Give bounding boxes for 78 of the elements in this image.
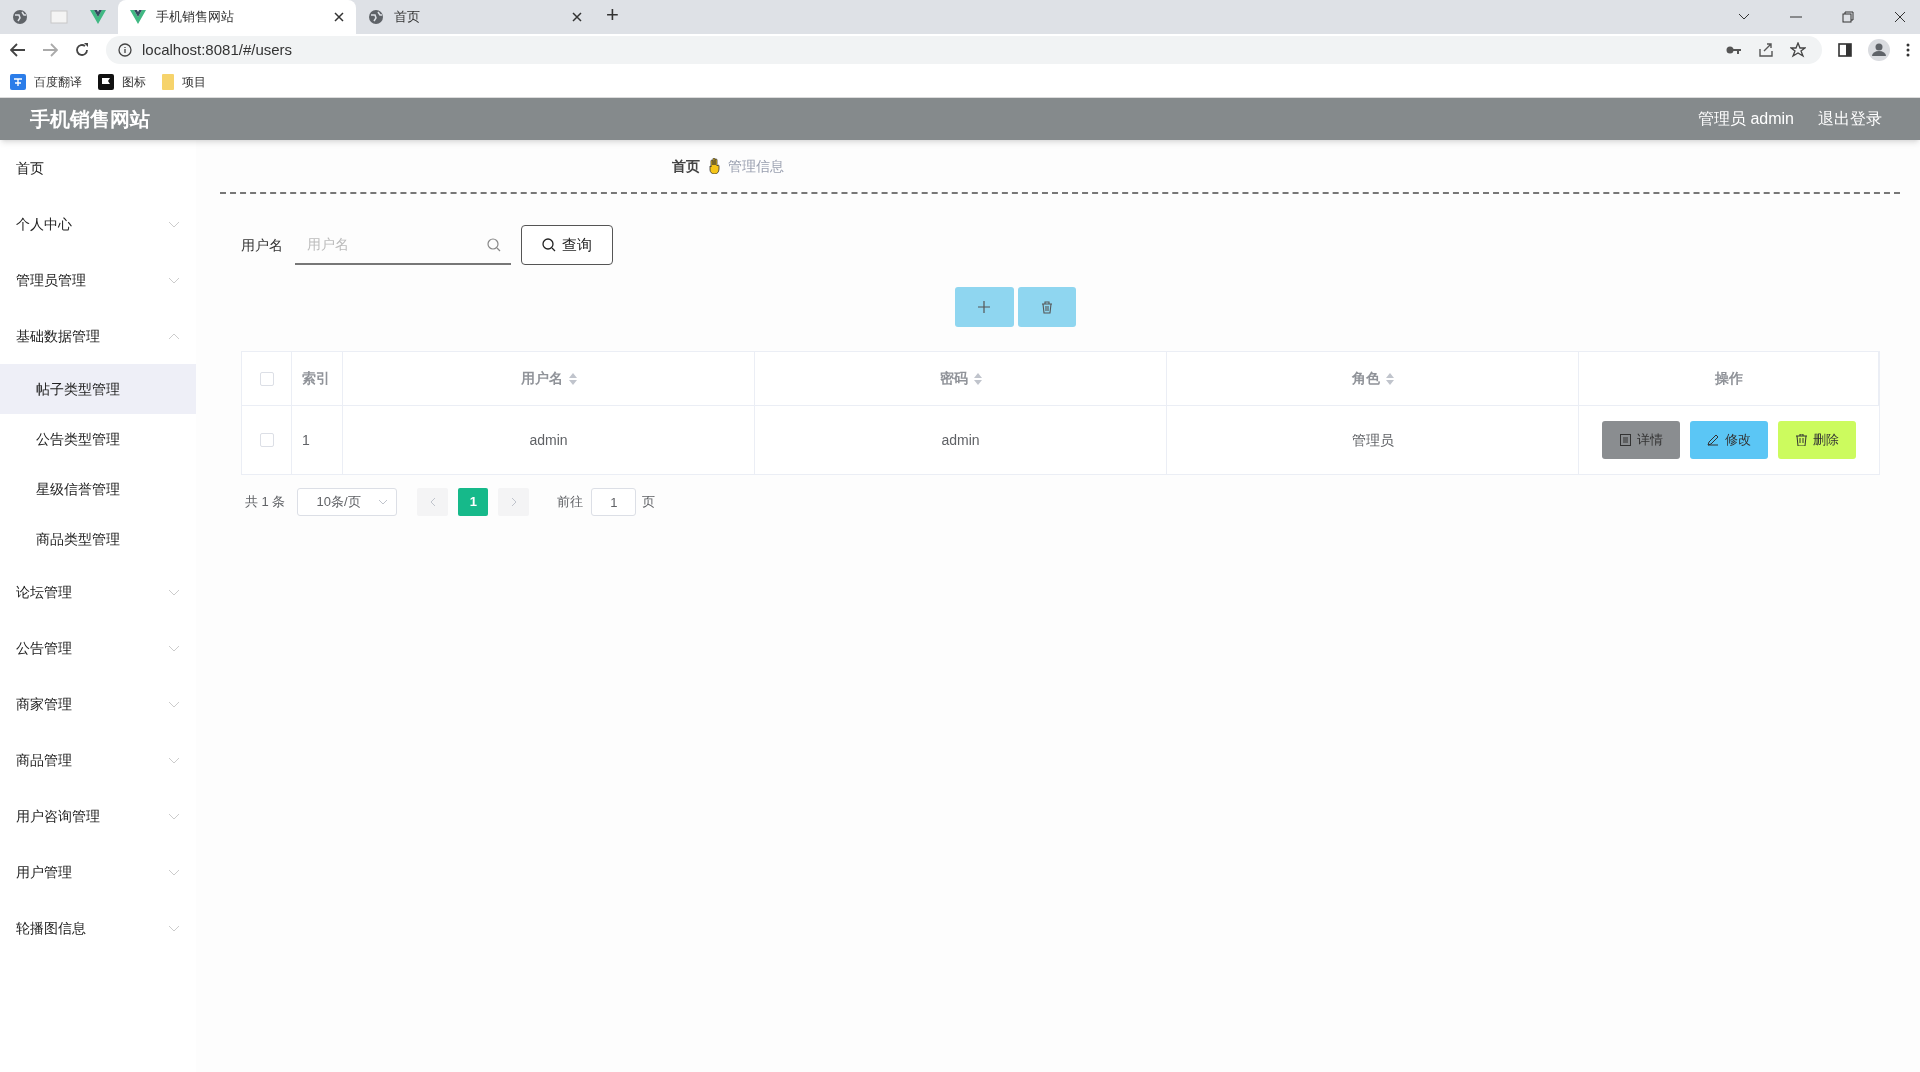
chevron-down-icon[interactable] — [1738, 13, 1750, 21]
close-icon[interactable] — [572, 12, 582, 22]
sidebar-item[interactable]: 基础数据管理 — [16, 325, 168, 347]
page-suffix: 页 — [642, 493, 656, 512]
back-icon[interactable] — [10, 43, 26, 57]
search-icon — [487, 238, 501, 252]
row-checkbox[interactable] — [259, 433, 274, 447]
sidebar-item[interactable]: 用户咨询管理 — [16, 805, 168, 827]
flag-icon — [98, 73, 114, 90]
v-logo-icon — [130, 10, 146, 24]
sidebar-item[interactable]: 商品管理 — [16, 749, 168, 771]
v-logo-icon[interactable] — [90, 10, 106, 24]
sidebar-item[interactable]: 管理员管理 — [16, 269, 168, 291]
user-label: 管理员 admin — [1697, 109, 1794, 129]
table-cell-text: admin — [529, 430, 568, 450]
close-icon[interactable] — [1894, 11, 1906, 23]
trash-icon — [1040, 300, 1053, 314]
page-size-select[interactable]: 10条/页 — [297, 488, 398, 516]
select-all-checkbox[interactable] — [259, 371, 274, 386]
table-cell-text: 管理员 — [1351, 430, 1394, 450]
info-icon — [118, 43, 132, 57]
total-count: 共 1 条 — [245, 493, 286, 512]
tab-title: 首页 — [394, 8, 421, 27]
bookmark-link[interactable]: 项目 — [182, 72, 206, 91]
plus-icon — [978, 301, 990, 313]
globe-icon — [368, 9, 384, 25]
browser-tab[interactable]: 首页 — [356, 0, 594, 34]
table-cell-text: admin — [941, 430, 980, 450]
hand-icon — [708, 158, 720, 174]
restore-icon[interactable] — [1842, 11, 1854, 23]
goto-label: 前往 — [557, 493, 584, 512]
bookmark-link[interactable]: 百度翻译 — [34, 72, 82, 91]
search-button[interactable]: 查询 — [521, 225, 613, 265]
edit-button[interactable]: 修改 — [1690, 421, 1768, 459]
sidebar-item[interactable]: 个人中心 — [16, 213, 168, 235]
side-panel-icon[interactable] — [1838, 43, 1852, 57]
profile-icon[interactable] — [1868, 39, 1890, 61]
sidebar-item[interactable]: 公告管理 — [16, 637, 168, 659]
chevron-right-icon — [510, 497, 517, 507]
star-icon[interactable] — [1790, 42, 1806, 58]
sidebar-item[interactable]: 论坛管理 — [16, 581, 168, 603]
menu-icon[interactable] — [1906, 43, 1910, 57]
sidebar-item[interactable]: 用户管理 — [16, 861, 168, 883]
document-icon — [1619, 434, 1631, 446]
new-tab-button[interactable]: + — [606, 4, 619, 26]
delete-button[interactable]: 删除 — [1778, 421, 1856, 459]
submenu-item[interactable]: 帖子类型管理 — [0, 364, 196, 414]
breadcrumb-link[interactable]: 首页 — [672, 155, 700, 177]
tab-title: 手机销售网站 — [156, 8, 235, 27]
chevron-down-icon — [378, 499, 389, 505]
folder-icon — [162, 73, 174, 90]
chevron-left-icon — [429, 497, 436, 507]
page-input[interactable]: 1 — [591, 488, 637, 516]
submenu-item[interactable]: 星级信誉管理 — [0, 464, 196, 514]
sidebar-item[interactable]: 轮播图信息 — [16, 917, 168, 939]
detail-button[interactable]: 详情 — [1602, 421, 1680, 459]
submenu-item[interactable]: 商品类型管理 — [0, 514, 196, 564]
trash-icon — [1795, 434, 1807, 446]
site-title: 手机销售网站 — [30, 107, 151, 132]
browser-tab[interactable]: 手机销售网站 — [118, 0, 356, 34]
field-label: 用户名 — [241, 235, 283, 255]
close-icon[interactable] — [334, 12, 344, 22]
search-icon — [542, 238, 556, 252]
sidebar-item[interactable]: 商家管理 — [16, 693, 168, 715]
pencil-icon — [1707, 434, 1719, 446]
address-bar[interactable]: localhost:8081/#/users — [106, 36, 1822, 64]
reload-icon[interactable] — [74, 42, 90, 58]
search-field[interactable]: 用户名 — [295, 225, 511, 265]
bookmark-link[interactable]: 图标 — [122, 72, 146, 91]
key-icon[interactable] — [1726, 45, 1742, 55]
url-text: localhost:8081/#/users — [142, 39, 294, 60]
table-cell-text: 1 — [302, 430, 310, 450]
submenu-item[interactable]: 公告类型管理 — [0, 414, 196, 464]
delete-button[interactable] — [1017, 287, 1076, 327]
globe-icon[interactable] — [12, 9, 28, 25]
sidebar-item[interactable]: 首页 — [16, 157, 180, 179]
share-icon[interactable] — [1758, 42, 1774, 58]
translate-icon — [10, 73, 26, 90]
